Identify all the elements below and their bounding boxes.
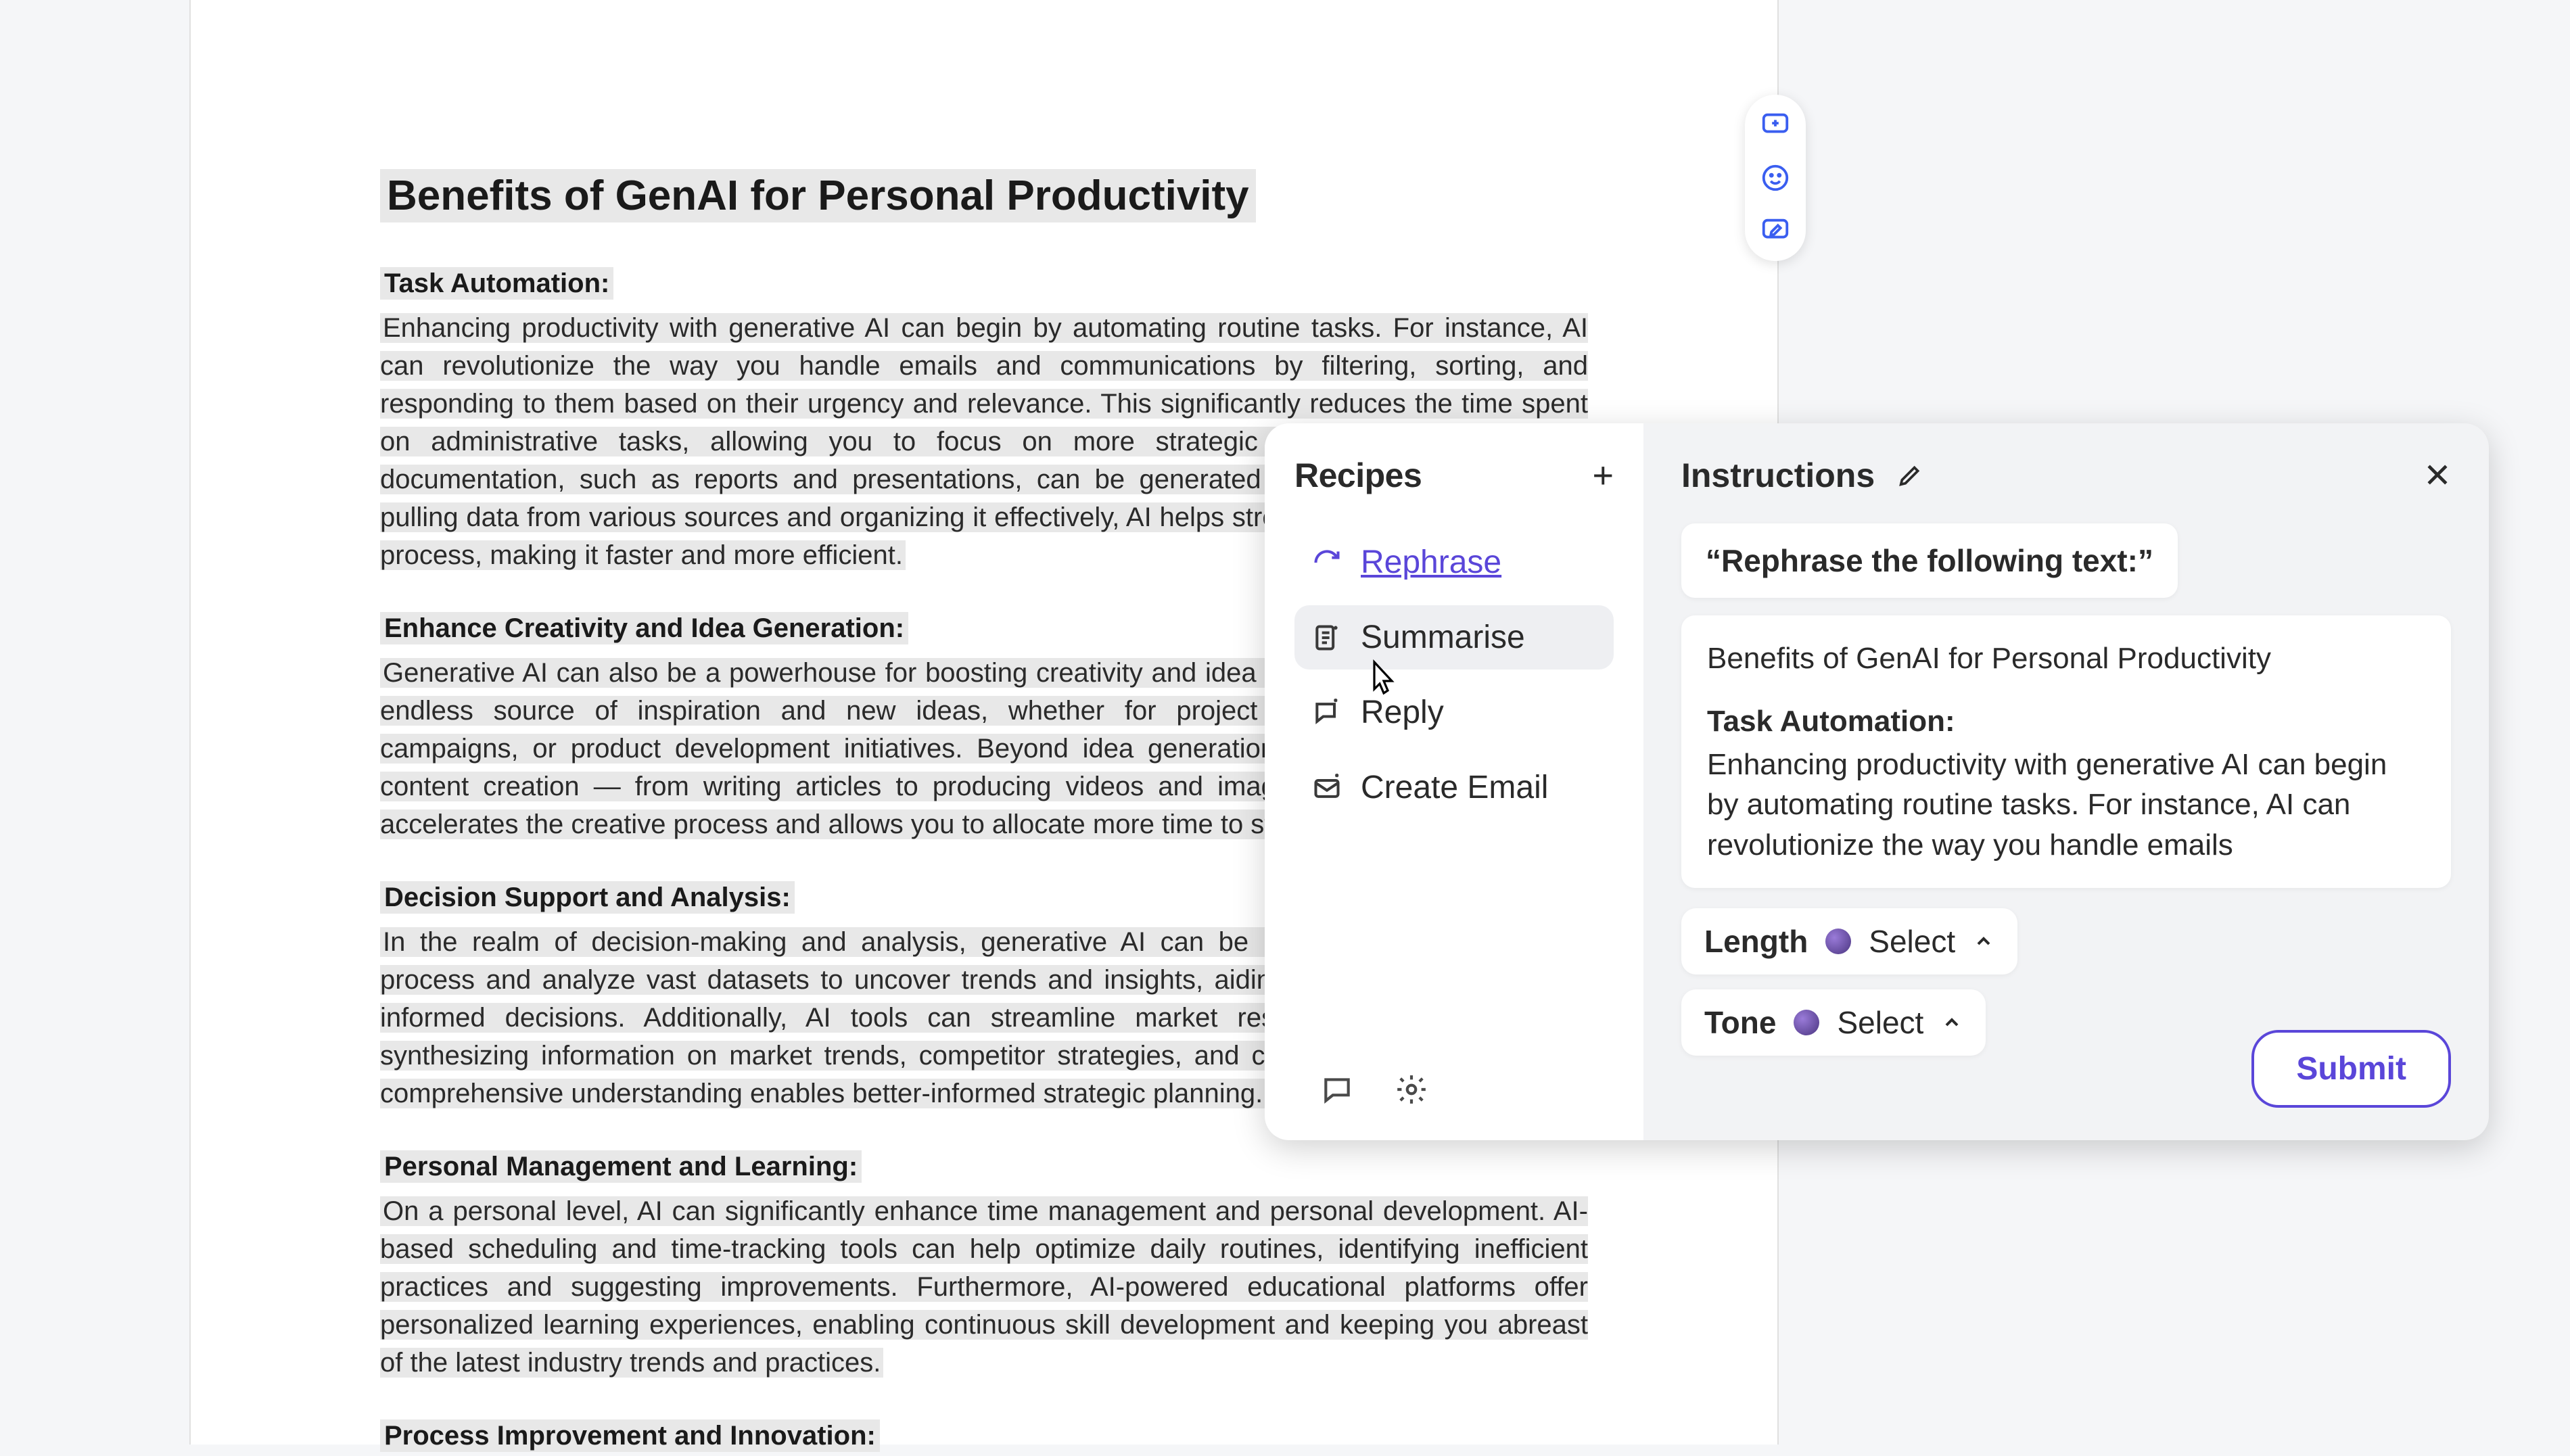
length-value: Select (1869, 923, 1955, 960)
recipe-label: Summarise (1361, 619, 1525, 656)
instructions-header: Instructions (1681, 456, 2451, 495)
section-heading: Enhance Creativity and Idea Generation: (380, 612, 908, 644)
rephrase-icon (1311, 546, 1343, 579)
settings-icon[interactable] (1395, 1073, 1428, 1106)
assistant-popup: Recipes + Rephrase Summarise (1265, 423, 2489, 1140)
instructions-column: Instructions “Rephrase the following tex… (1643, 423, 2489, 1140)
add-comment-icon[interactable] (1760, 110, 1791, 141)
suggest-edit-icon[interactable] (1760, 215, 1791, 246)
recipes-header: Recipes + (1294, 456, 1614, 495)
recipe-label: Rephrase (1361, 544, 1501, 581)
summarise-icon (1311, 621, 1343, 654)
recipe-create-email[interactable]: Create Email (1294, 755, 1614, 820)
chevron-up-icon (1941, 1012, 1963, 1033)
context-preview: Benefits of GenAI for Personal Productiv… (1681, 615, 2451, 888)
section-body: On a personal level, AI can significantl… (380, 1192, 1588, 1382)
submit-button[interactable]: Submit (2251, 1030, 2451, 1108)
recipe-rephrase[interactable]: Rephrase (1294, 530, 1614, 594)
recipes-footer (1294, 1073, 1614, 1113)
section-heading: Process Improvement and Innovation: (380, 1419, 880, 1452)
document-title: Benefits of GenAI for Personal Productiv… (380, 169, 1256, 222)
ai-dot-icon (1794, 1010, 1819, 1035)
recipes-column: Recipes + Rephrase Summarise (1265, 423, 1643, 1140)
section-process: Process Improvement and Innovation: (380, 1415, 1588, 1456)
recipe-reply[interactable]: Reply (1294, 680, 1614, 745)
recipes-title: Recipes (1294, 456, 1422, 495)
tone-selector[interactable]: Tone Select (1681, 989, 1986, 1056)
length-label: Length (1704, 923, 1808, 960)
emoji-icon[interactable] (1760, 162, 1791, 193)
section-personal: Personal Management and Learning: On a p… (380, 1146, 1588, 1382)
section-heading: Task Automation: (380, 267, 613, 300)
context-subheading: Task Automation: (1707, 701, 2425, 741)
tone-label: Tone (1704, 1004, 1776, 1041)
context-excerpt: Enhancing productivity with generative A… (1707, 745, 2425, 865)
length-selector[interactable]: Length Select (1681, 908, 2017, 974)
reply-icon (1311, 697, 1343, 729)
recipe-summarise[interactable]: Summarise (1294, 605, 1614, 670)
prompt-chip: “Rephrase the following text:” (1681, 523, 2178, 598)
add-recipe-button[interactable]: + (1592, 457, 1614, 494)
edit-icon[interactable] (1896, 462, 1923, 489)
recipe-label: Create Email (1361, 769, 1548, 806)
chevron-up-icon (1973, 931, 1994, 952)
recipe-label: Reply (1361, 694, 1444, 731)
close-button[interactable] (2421, 459, 2454, 491)
instructions-title: Instructions (1681, 456, 1875, 495)
section-heading: Decision Support and Analysis: (380, 881, 795, 914)
create-email-icon (1311, 772, 1343, 804)
tone-value: Select (1837, 1004, 1923, 1041)
quick-actions-pill (1745, 95, 1806, 261)
chat-icon[interactable] (1320, 1073, 1354, 1106)
context-title: Benefits of GenAI for Personal Productiv… (1707, 638, 2425, 678)
ai-dot-icon (1825, 929, 1851, 954)
section-heading: Personal Management and Learning: (380, 1150, 862, 1183)
